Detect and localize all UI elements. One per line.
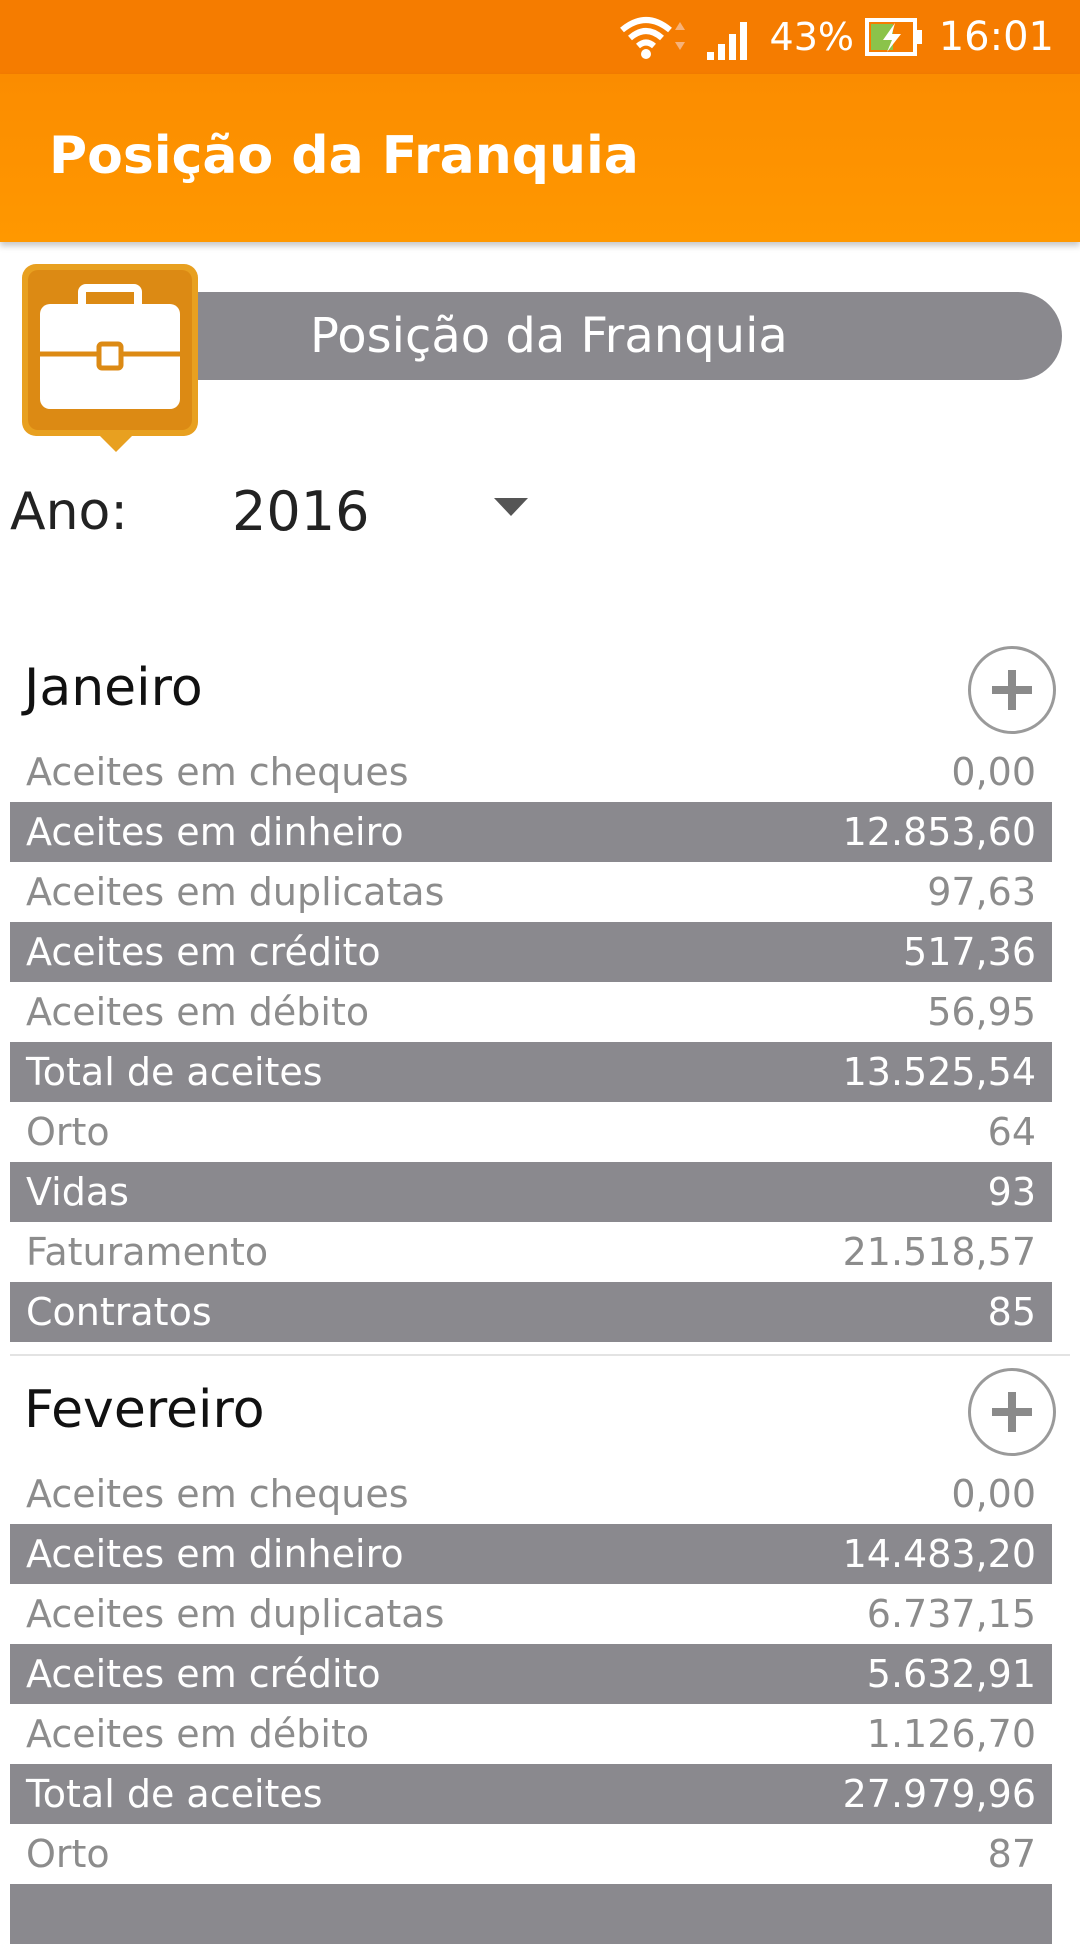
briefcase-icon (20, 262, 200, 452)
row-value: 1.126,70 (866, 1712, 1036, 1756)
year-select-value: 2016 (232, 480, 370, 543)
expand-button[interactable] (968, 1368, 1056, 1456)
status-bar: 43% 16:01 (0, 0, 1080, 74)
wifi-icon (618, 12, 690, 66)
row-value: 5.632,91 (866, 1652, 1036, 1696)
row-value: 27.979,96 (842, 1772, 1036, 1816)
plus-icon (992, 670, 1032, 710)
table-row: Orto 87 (10, 1824, 1052, 1884)
row-value: 64 (987, 1110, 1036, 1154)
row-label: Aceites em crédito (26, 1652, 381, 1696)
clock: 16:01 (938, 14, 1054, 60)
row-label: Total de aceites (26, 1772, 323, 1816)
row-label: Faturamento (26, 1230, 269, 1274)
row-label: Orto (26, 1832, 110, 1876)
row-label: Aceites em crédito (26, 930, 381, 974)
expand-button[interactable] (968, 646, 1056, 734)
row-label: Aceites em cheques (26, 750, 409, 794)
app-bar-title: Posição da Franquia (49, 126, 639, 186)
row-label: Aceites em cheques (26, 1472, 409, 1516)
table-row: Aceites em cheques 0,00 (10, 1464, 1052, 1524)
row-value: 12.853,60 (842, 810, 1036, 854)
table-row: Aceites em crédito 5.632,91 (10, 1644, 1052, 1704)
row-label: Total de aceites (26, 1050, 323, 1094)
row-value: 0,00 (951, 1472, 1036, 1516)
table-row: Contratos 85 (10, 1282, 1052, 1342)
plus-icon (992, 1392, 1032, 1432)
row-value: 97,63 (927, 870, 1036, 914)
row-label: Contratos (26, 1290, 212, 1334)
row-value: 93 (987, 1170, 1036, 1214)
row-label: Aceites em dinheiro (26, 810, 404, 854)
app-bar: Posição da Franquia (0, 74, 1080, 242)
row-value: 21.518,57 (842, 1230, 1036, 1274)
section-header: Posição da Franquia (150, 292, 1062, 380)
row-label: Aceites em duplicatas (26, 1592, 445, 1636)
row-label: Aceites em dinheiro (26, 1532, 404, 1576)
row-label: Aceites em débito (26, 990, 370, 1034)
month-title: Fevereiro (24, 1380, 265, 1440)
data-table: Aceites em cheques 0,00 Aceites em dinhei… (10, 742, 1052, 1342)
row-label: Aceites em duplicatas (26, 870, 445, 914)
battery-percent: 43% (769, 15, 854, 59)
row-value: 85 (987, 1290, 1036, 1334)
month-title: Janeiro (24, 658, 203, 718)
row-value: 14.483,20 (842, 1532, 1036, 1576)
table-row: Faturamento 21.518,57 (10, 1222, 1052, 1282)
row-value: 0,00 (951, 750, 1036, 794)
row-label: Orto (26, 1110, 110, 1154)
table-row: Aceites em duplicatas 6.737,15 (10, 1584, 1052, 1644)
table-row: Aceites em débito 1.126,70 (10, 1704, 1052, 1764)
row-value: 87 (987, 1832, 1036, 1876)
year-label: Ano: (10, 482, 128, 542)
signal-icon (705, 14, 755, 66)
table-row: Aceites em crédito 517,36 (10, 922, 1052, 982)
row-label: Aceites em débito (26, 1712, 370, 1756)
dropdown-arrow-icon (494, 498, 528, 522)
section-divider (10, 1354, 1070, 1356)
table-row: Vidas 93 (10, 1162, 1052, 1222)
table-row-partial (10, 1884, 1052, 1944)
table-row: Aceites em cheques 0,00 (10, 742, 1052, 802)
table-row: Aceites em duplicatas 97,63 (10, 862, 1052, 922)
table-row: Aceites em débito 56,95 (10, 982, 1052, 1042)
year-select[interactable]: 2016 (232, 480, 532, 544)
row-label: Vidas (26, 1170, 129, 1214)
row-value: 56,95 (927, 990, 1036, 1034)
table-row: Aceites em dinheiro 12.853,60 (10, 802, 1052, 862)
data-table: Aceites em cheques 0,00 Aceites em dinhei… (10, 1464, 1052, 1944)
row-value: 517,36 (903, 930, 1036, 974)
battery-charging-icon (865, 16, 925, 62)
table-row: Total de aceites 27.979,96 (10, 1764, 1052, 1824)
section-header-title: Posição da Franquia (310, 308, 788, 364)
table-row: Aceites em dinheiro 14.483,20 (10, 1524, 1052, 1584)
row-value: 13.525,54 (842, 1050, 1036, 1094)
row-value: 6.737,15 (866, 1592, 1036, 1636)
table-row: Total de aceites 13.525,54 (10, 1042, 1052, 1102)
table-row: Orto 64 (10, 1102, 1052, 1162)
